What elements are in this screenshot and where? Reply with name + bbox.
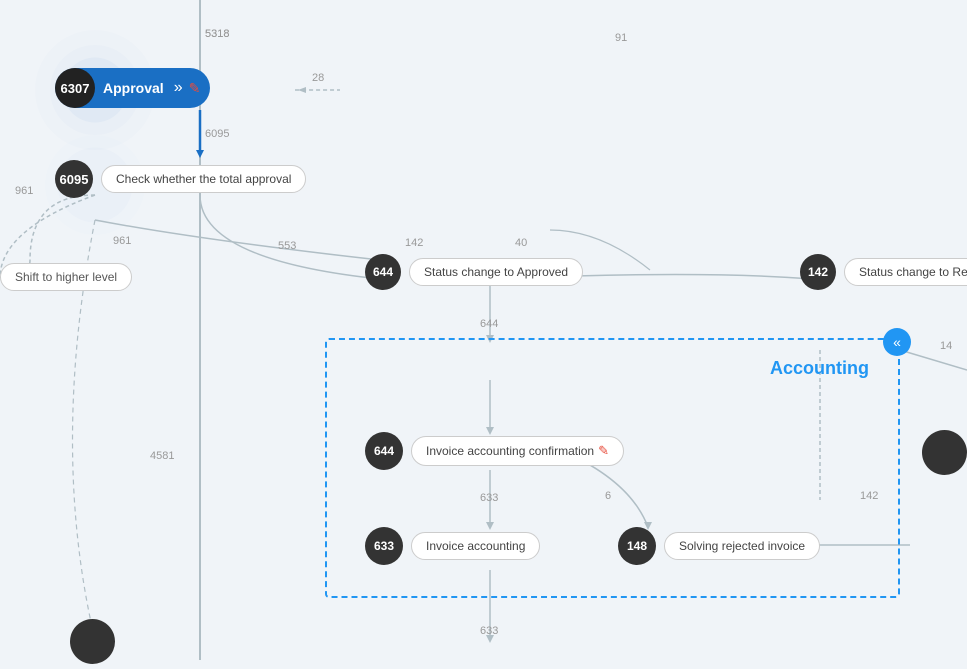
invoice-confirmation-edit-icon: ✎ — [598, 443, 609, 459]
invoice-accounting-node[interactable]: 633 Invoice accounting — [365, 527, 540, 565]
check-total-node[interactable]: 6095 Check whether the total approval — [55, 160, 306, 198]
edge-label-553: 553 — [278, 240, 296, 252]
edge-label-14: 14 — [940, 340, 952, 352]
edge-label-142-top: 142 — [405, 237, 423, 249]
status-rejected-label: Status change to Rejected — [844, 258, 967, 286]
status-approved-label: Status change to Approved — [409, 258, 583, 286]
invoice-confirmation-id: 644 — [365, 432, 403, 470]
approval-node[interactable]: 6307 Approval » ✎ — [55, 68, 210, 108]
solving-rejected-node[interactable]: 148 Solving rejected invoice — [618, 527, 820, 565]
edge-label-28: 28 — [312, 72, 324, 84]
solving-rejected-label: Solving rejected invoice — [664, 532, 820, 560]
edit-icon: ✎ — [189, 80, 201, 97]
solving-rejected-id: 148 — [618, 527, 656, 565]
accounting-title: Accounting — [770, 358, 869, 379]
bottom-right-node[interactable] — [922, 430, 967, 475]
edge-label-40: 40 — [515, 237, 527, 249]
approval-id-circle: 6307 — [55, 68, 95, 108]
status-approved-id: 644 — [365, 254, 401, 290]
shift-higher-node[interactable]: Shift to higher level — [0, 263, 132, 291]
invoice-accounting-id: 633 — [365, 527, 403, 565]
edge-label-961-bottom: 961 — [113, 235, 131, 247]
edge-label-91: 91 — [615, 32, 627, 44]
edge-label-6095: 6095 — [205, 128, 229, 140]
edge-label-961-left: 961 — [15, 185, 33, 197]
edge-label-4581: 4581 — [150, 450, 174, 462]
edge-label-644: 644 — [480, 318, 498, 330]
check-total-label: Check whether the total approval — [101, 165, 306, 193]
approval-label: Approval — [103, 80, 164, 96]
chevrons-icon: » — [174, 79, 183, 97]
invoice-confirmation-node[interactable]: 644 Invoice accounting confirmation ✎ — [365, 432, 624, 470]
status-approved-node[interactable]: 644 Status change to Approved — [365, 254, 583, 290]
bottom-left-node[interactable] — [70, 619, 115, 664]
invoice-confirmation-label: Invoice accounting confirmation ✎ — [411, 436, 624, 466]
edge-label-5318-text: 5318 — [205, 28, 229, 40]
check-total-id-circle: 6095 — [55, 160, 93, 198]
status-rejected-node[interactable]: 142 Status change to Rejected — [800, 254, 967, 290]
edge-label-633-bottom: 633 — [480, 625, 498, 637]
status-rejected-id: 142 — [800, 254, 836, 290]
process-canvas: 5318 5318 28 6095 961 961 553 142 40 91 … — [0, 0, 967, 669]
invoice-accounting-label: Invoice accounting — [411, 532, 540, 560]
collapse-button[interactable]: « — [883, 328, 911, 356]
